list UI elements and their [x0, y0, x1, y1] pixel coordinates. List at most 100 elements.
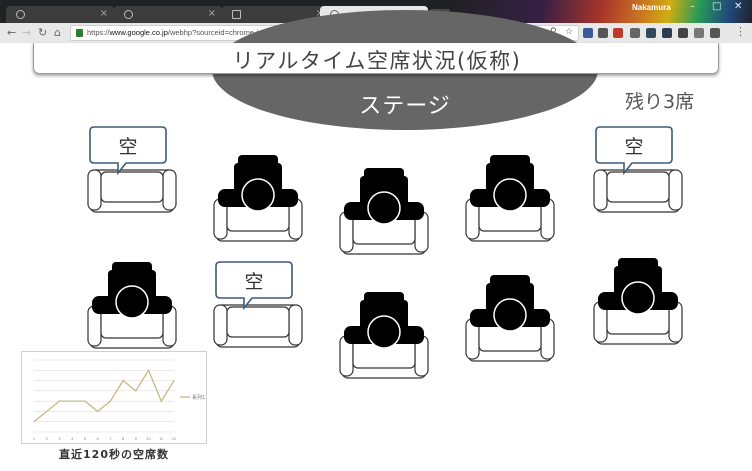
google-icon: [16, 10, 25, 19]
seat-occupied: [462, 155, 558, 245]
maximize-icon[interactable]: □: [712, 1, 721, 12]
title-bar: リアルタイム空席状況(仮称): [33, 43, 719, 74]
seat-graphic: 空: [213, 261, 303, 348]
x-tick-label: 7: [109, 436, 112, 441]
occupant-head: [493, 178, 527, 212]
extension-icon[interactable]: [662, 28, 672, 38]
chair-armrest: [288, 304, 303, 346]
x-tick-label: 4: [71, 436, 74, 441]
occupant-head: [367, 315, 401, 349]
data-point: [71, 400, 73, 402]
close-tab-icon[interactable]: ×: [208, 8, 216, 20]
seat-occupied: [210, 155, 306, 245]
data-point: [173, 379, 175, 382]
data-point: [109, 400, 111, 402]
chair-armrest: [162, 169, 177, 211]
chair-cushion: [226, 306, 290, 338]
empty-label: 空: [624, 136, 643, 158]
chair-cushion: [100, 171, 164, 203]
menu-icon[interactable]: ⋮: [735, 24, 746, 40]
seat-empty: 空: [210, 261, 306, 351]
legend-label: 系列1: [192, 394, 205, 401]
data-point: [46, 410, 48, 413]
star-icon[interactable]: ☆: [565, 27, 573, 37]
x-tick-label: 8: [122, 436, 125, 441]
data-point: [33, 421, 35, 423]
x-tick-label: 6: [97, 436, 100, 441]
data-point: [84, 400, 86, 402]
occupant-head: [367, 191, 401, 225]
page-title: リアルタイム空席状況(仮称): [232, 49, 522, 73]
x-tick-label: 5: [84, 436, 87, 441]
seat-occupied: [84, 262, 180, 352]
lock-icon: [76, 29, 83, 37]
occupant-head: [241, 178, 275, 212]
profile-name[interactable]: Nakamura: [632, 3, 671, 12]
seat-graphic: [87, 262, 177, 349]
extension-icon[interactable]: [646, 28, 656, 38]
series-line: [33, 368, 175, 423]
forward-icon[interactable]: →: [22, 25, 31, 41]
chart-caption: 直近120秒の空席数: [59, 448, 169, 461]
seat-graphic: [339, 168, 429, 255]
chair-armrest: [593, 169, 608, 211]
vacancy-chart: 1 2 3 4 5 6 7 8 9 10 11 12 系列1: [21, 351, 207, 444]
vacancy-chart-svg: 1 2 3 4 5 6 7 8 9 10 11 12系列1: [33, 359, 205, 441]
data-point: [160, 400, 162, 402]
extension-icon[interactable]: [583, 28, 593, 38]
seat-occupied: [336, 168, 432, 258]
url-domain: www.google.co.jp: [109, 28, 168, 37]
chair-armrest: [668, 169, 683, 211]
home-icon[interactable]: ⌂: [54, 25, 61, 41]
extension-icon[interactable]: [630, 28, 640, 38]
x-tick-label: 11: [159, 436, 164, 441]
seat-graphic: [465, 275, 555, 362]
seat-graphic: [339, 292, 429, 379]
stage-label: ステージ: [359, 94, 451, 119]
extension-icon[interactable]: [678, 28, 688, 38]
seat-empty: 空: [590, 126, 686, 216]
data-point: [147, 369, 150, 371]
remaining-seats-label: 残り3席: [625, 91, 695, 113]
data-point: [97, 410, 99, 413]
x-tick-label: 12: [172, 436, 177, 441]
data-point: [58, 400, 61, 402]
seat-graphic: 空: [87, 126, 177, 213]
google-icon: [124, 10, 133, 19]
seat-occupied: [590, 258, 686, 348]
seat-occupied: [462, 275, 558, 365]
occupant-head: [493, 298, 527, 332]
chair-armrest: [213, 304, 228, 346]
seat-graphic: [593, 258, 683, 345]
seat-graphic: 空: [593, 126, 683, 213]
back-icon[interactable]: ←: [7, 25, 16, 41]
occupant-head: [115, 285, 149, 319]
close-window-icon[interactable]: ✕: [734, 1, 742, 12]
browser-tab[interactable]: ×: [114, 6, 222, 23]
data-point: [135, 390, 137, 392]
seat-graphic: [465, 155, 555, 242]
data-point: [122, 379, 124, 382]
seat-graphic: [213, 155, 303, 242]
close-tab-icon[interactable]: ×: [100, 8, 108, 20]
browser-tab[interactable]: ×: [6, 6, 114, 23]
seat-empty: 空: [84, 126, 180, 216]
extension-icon[interactable]: [710, 28, 720, 38]
extension-icon[interactable]: [694, 28, 704, 38]
x-tick-label: 1: [33, 436, 36, 441]
chair-cushion: [606, 171, 670, 203]
x-tick-label: 9: [135, 436, 138, 441]
occupant-head: [621, 281, 655, 315]
minimize-icon[interactable]: –: [690, 1, 695, 12]
x-tick-label: 10: [146, 436, 151, 441]
seat-occupied: [336, 292, 432, 382]
extension-icon[interactable]: [613, 28, 623, 38]
empty-label: 空: [118, 136, 137, 158]
doc-icon: [232, 10, 241, 19]
url-scheme: https://: [87, 28, 110, 37]
x-tick-label: 3: [58, 436, 61, 441]
reload-icon[interactable]: ↻: [38, 25, 47, 41]
extension-icon[interactable]: [598, 28, 608, 38]
chair-armrest: [87, 169, 102, 211]
x-tick-label: 2: [46, 436, 49, 441]
